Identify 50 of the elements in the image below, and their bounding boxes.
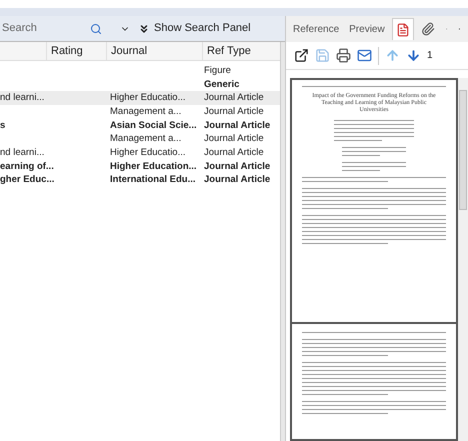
panel-tab[interactable]: Reference	[290, 18, 342, 40]
column-header[interactable]: Journal	[106, 42, 202, 60]
table-row[interactable]: gher Educ... International Edu... Journal Article	[0, 174, 280, 188]
table-cell: Higher Educatio...	[110, 92, 186, 104]
text-lines-drawing	[342, 162, 406, 171]
table-cell: earning of...	[0, 160, 54, 172]
table-cell: Generic	[204, 78, 240, 90]
double-chevron-icon	[138, 22, 150, 34]
paperclip-icon	[420, 22, 435, 36]
table-cell: Journal Article	[204, 120, 270, 131]
panel-tab[interactable]: Preview	[346, 18, 388, 40]
table-cell: nd learni...	[0, 92, 44, 104]
pdf-icon	[396, 22, 410, 36]
table-cell: Journal Article	[204, 92, 264, 104]
scrollbar[interactable]	[280, 42, 285, 441]
table-cell: Higher Educatio...	[110, 146, 186, 158]
table-row[interactable]: Figure	[0, 64, 280, 78]
table-row[interactable]: Generic	[0, 78, 280, 92]
table-row[interactable]: s Asian Social Scie... Journal Article	[0, 118, 280, 132]
table-row[interactable]: earning of... Higher Education... Journal Article	[0, 160, 280, 174]
table-cell: Figure	[204, 64, 231, 76]
pdf-tab[interactable]	[392, 18, 414, 40]
table-cell: s	[0, 120, 6, 131]
table-cell: Higher Education...	[110, 160, 197, 172]
table-cell: International Edu...	[110, 174, 196, 186]
text-lines-drawing	[342, 147, 406, 156]
show-search-panel-button[interactable]: Show Search Panel	[138, 20, 251, 37]
scroll-thumb[interactable]	[459, 90, 467, 210]
table-cell: Journal Article	[204, 106, 264, 117]
table-row[interactable]: nd learni... Higher Educatio... Journal Article	[0, 91, 280, 106]
table-cell: gher Educ...	[0, 174, 54, 186]
mail-icon[interactable]	[357, 48, 372, 63]
search-icon[interactable]	[90, 22, 102, 34]
table-cell: Journal Article	[204, 146, 264, 158]
search-input[interactable]: Search	[0, 20, 90, 37]
column-header[interactable]: Rating	[46, 42, 106, 60]
table-cell: Asian Social Scie...	[110, 120, 197, 131]
table-cell: Management a...	[110, 133, 182, 144]
table-cell: Management a...	[110, 106, 182, 117]
table-cell: nd learni...	[0, 146, 44, 158]
print-icon[interactable]	[336, 48, 351, 63]
table-cell: Journal Article	[204, 174, 270, 186]
table-cell: Journal Article	[204, 160, 270, 172]
table-row[interactable]: Management a... Journal Article	[0, 132, 280, 146]
scrollbar[interactable]	[458, 78, 468, 441]
open-external-icon[interactable]	[294, 48, 309, 63]
table-cell: Journal Article	[204, 133, 264, 144]
down-arrow-icon[interactable]	[406, 48, 421, 63]
table-row[interactable]: nd learni... Higher Educatio... Journal Article	[0, 146, 280, 160]
table-row[interactable]: Management a... Journal Article	[0, 105, 280, 119]
